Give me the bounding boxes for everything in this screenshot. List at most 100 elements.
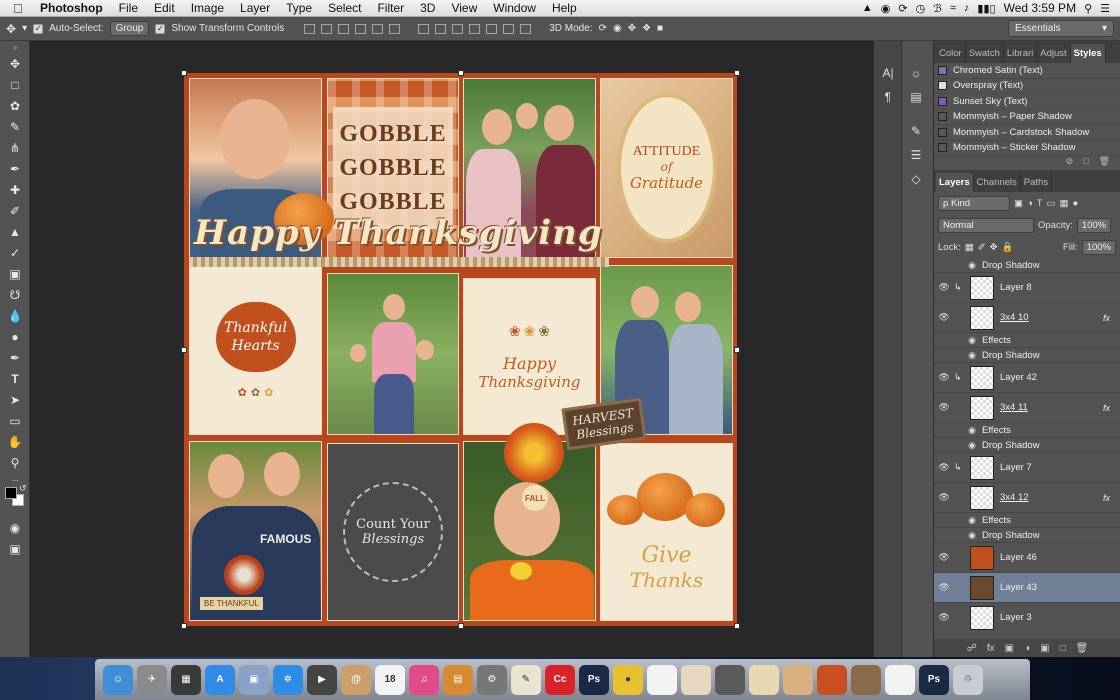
battery-icon[interactable]: ▮▮▯ xyxy=(977,2,995,15)
layer-name[interactable]: Effects xyxy=(982,425,1011,436)
transform-handle-bc[interactable] xyxy=(458,623,464,629)
tab-librari[interactable]: Librari xyxy=(1004,44,1038,63)
menu-item-layer[interactable]: Layer xyxy=(232,1,278,15)
layer-name[interactable]: Layer 43 xyxy=(1000,582,1037,593)
dock-itunes-icon[interactable]: ♫ xyxy=(409,664,439,695)
dock-photoshop-icon[interactable]: Ps xyxy=(579,664,609,695)
dock-facetime-icon[interactable]: ▶ xyxy=(307,664,337,695)
new-adjustment-icon[interactable]: ◑ xyxy=(1024,643,1030,654)
dock-trash-icon[interactable]: ♲ xyxy=(953,664,983,695)
menu-item-type[interactable]: Type xyxy=(278,1,320,15)
character-panel-icon[interactable]: A| xyxy=(874,61,902,85)
layer-row[interactable]: 👁 Layer 43 xyxy=(934,573,1120,603)
layer-thumbnail[interactable] xyxy=(970,395,994,420)
layer-row[interactable]: 👁 3x4 12 fx xyxy=(934,483,1120,513)
layer-name[interactable]: Layer 46 xyxy=(1000,552,1037,563)
layer-name[interactable]: Layer 42 xyxy=(1000,372,1037,383)
document-canvas[interactable]: GOBBLE GOBBLE GOBBLE ATTITUDE of Gratitu… xyxy=(181,70,740,629)
layer-effect-row[interactable]: ◉ Drop Shadow xyxy=(934,438,1120,453)
effect-visibility-icon[interactable]: ◉ xyxy=(934,260,982,271)
layer-effect-row[interactable]: ◉ Effects xyxy=(934,423,1120,438)
layer-name[interactable]: 3x4 10 xyxy=(1000,312,1029,323)
new-style-icon[interactable]: □ xyxy=(1083,156,1088,170)
auto-align-icon[interactable] xyxy=(520,23,532,34)
layer-name[interactable]: Layer 3 xyxy=(1000,612,1032,623)
layer-name[interactable]: Drop Shadow xyxy=(982,440,1040,451)
effect-visibility-icon[interactable]: ◉ xyxy=(934,440,982,451)
sync-icon[interactable]: ⟳ xyxy=(898,2,907,15)
3d-slide-icon[interactable]: ❖ xyxy=(642,23,651,34)
lock-position-icon[interactable]: ✥ xyxy=(990,242,998,253)
time-machine-icon[interactable]: ◷ xyxy=(916,2,926,15)
screen-mode-icon[interactable]: ▣ xyxy=(0,538,30,559)
effect-visibility-icon[interactable]: ◉ xyxy=(934,530,982,541)
menu-item-help[interactable]: Help xyxy=(544,1,585,15)
healing-brush-tool-icon[interactable]: ✚ xyxy=(0,179,30,200)
kind-filter-dropdown[interactable]: ρ Kind xyxy=(938,195,1010,211)
dock-chrome-icon[interactable]: ● xyxy=(613,664,643,695)
layer-thumbnail[interactable] xyxy=(970,485,994,510)
filter-type-icon[interactable]: T xyxy=(1037,198,1043,209)
clone-stamp-tool-icon[interactable]: ▲ xyxy=(0,221,30,242)
visibility-eye-icon[interactable]: 👁 xyxy=(934,312,954,323)
visibility-eye-icon[interactable]: 👁 xyxy=(934,552,954,563)
add-style-icon[interactable]: fx xyxy=(987,643,995,654)
style-item[interactable]: Mommyish – Sticker Shadow xyxy=(934,141,1120,156)
dock-file6-icon[interactable] xyxy=(817,664,847,695)
lock-all-icon[interactable]: 🔒 xyxy=(1002,242,1014,253)
notification-icon[interactable]: ☰ xyxy=(1100,2,1110,15)
style-item[interactable]: Mommyish – Cardstock Shadow xyxy=(934,125,1120,141)
dock-launchpad-icon[interactable]: ✈ xyxy=(137,664,167,695)
lasso-tool-icon[interactable]: ✿ xyxy=(0,95,30,116)
quick-mask-icon[interactable]: ◉ xyxy=(0,517,30,538)
distribute-hcenter-icon[interactable] xyxy=(486,23,498,34)
volume-icon[interactable]: ♪ xyxy=(964,2,970,14)
effect-visibility-icon[interactable]: ◉ xyxy=(934,350,982,361)
layer-name[interactable]: Effects xyxy=(982,515,1011,526)
tools-collapse-icon[interactable]: » xyxy=(0,41,30,53)
blend-mode-dropdown[interactable]: Normal xyxy=(938,217,1034,233)
transform-handle-tc[interactable] xyxy=(458,70,464,76)
move-tool-icon[interactable]: ✥ xyxy=(6,22,16,36)
lock-image-icon[interactable]: ✐ xyxy=(978,242,986,253)
effect-visibility-icon[interactable]: ◉ xyxy=(934,425,982,436)
layer-effect-row[interactable]: ◉ Drop Shadow xyxy=(934,528,1120,543)
more-tools-icon[interactable]: … xyxy=(0,473,30,483)
style-item[interactable]: Overspray (Text) xyxy=(934,79,1120,94)
transform-handle-tl[interactable] xyxy=(181,70,187,76)
distribute-right-icon[interactable] xyxy=(503,23,515,34)
shape-tool-icon[interactable]: ▭ xyxy=(0,410,30,431)
layer-name[interactable]: 3x4 11 xyxy=(1000,402,1028,413)
zoom-tool-icon[interactable]: ⚲ xyxy=(0,452,30,473)
dock-ps-file-icon[interactable]: Ps xyxy=(919,664,949,695)
visibility-eye-icon[interactable]: 👁 xyxy=(934,492,954,503)
transform-handle-br[interactable] xyxy=(734,623,740,629)
tab-swatch[interactable]: Swatch xyxy=(966,44,1004,63)
canvas-area[interactable]: GOBBLE GOBBLE GOBBLE ATTITUDE of Gratitu… xyxy=(31,41,873,657)
crop-tool-icon[interactable]: ⋔ xyxy=(0,137,30,158)
wifi-icon[interactable]: ≈ xyxy=(950,2,956,14)
effect-visibility-icon[interactable]: ◉ xyxy=(934,335,982,346)
new-layer-icon[interactable]: □ xyxy=(1060,643,1066,654)
path-select-tool-icon[interactable]: ➤ xyxy=(0,389,30,410)
marquee-tool-icon[interactable]: □ xyxy=(0,74,30,95)
eraser-tool-icon[interactable]: ▣ xyxy=(0,263,30,284)
creative-cloud-icon[interactable]: ◉ xyxy=(881,2,891,15)
align-left-icon[interactable] xyxy=(355,23,367,34)
align-bottom-icon[interactable] xyxy=(338,23,350,34)
dock-system-prefs-icon[interactable]: ⚙ xyxy=(477,664,507,695)
move-tool-icon[interactable]: ✥ xyxy=(0,53,30,74)
layer-name[interactable]: Drop Shadow xyxy=(982,260,1040,271)
3d-drag-icon[interactable]: ✥ xyxy=(628,23,636,34)
layer-row[interactable]: 👁 ↳ Layer 42 xyxy=(934,363,1120,393)
tab-adjust[interactable]: Adjust xyxy=(1037,44,1071,63)
tab-paths[interactable]: Paths xyxy=(1021,173,1053,192)
menu-item-photoshop[interactable]: Photoshop xyxy=(36,1,111,15)
layer-row[interactable]: 👁 Layer 3 xyxy=(934,603,1120,630)
type-tool-icon[interactable]: T xyxy=(0,368,30,389)
3d-panel-icon[interactable]: ◇ xyxy=(902,167,930,191)
distribute-bottom-icon[interactable] xyxy=(452,23,464,34)
layer-effect-row[interactable]: ◉ Effects xyxy=(934,333,1120,348)
properties-panel-icon[interactable]: ☰ xyxy=(902,143,930,167)
blur-tool-icon[interactable]: 💧 xyxy=(0,305,30,326)
